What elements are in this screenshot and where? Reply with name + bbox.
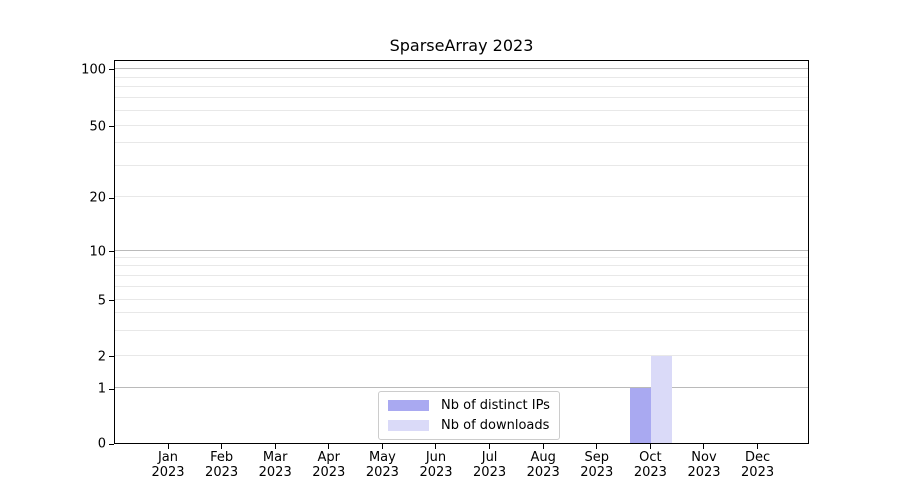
x-axis-tick-label: Jan 2023	[151, 450, 185, 480]
gridline-minor	[115, 257, 808, 259]
bar-distinct-ips	[630, 388, 652, 443]
x-axis-tick	[274, 444, 276, 449]
x-axis-tick	[167, 444, 169, 449]
x-axis-tick-label: Dec 2023	[741, 450, 775, 480]
gridline-minor	[115, 86, 808, 88]
y-axis-tick-label: 5	[97, 293, 106, 309]
x-axis-tick-label: Mar 2023	[258, 450, 292, 480]
gridline-minor	[115, 109, 808, 111]
x-axis-tick	[757, 444, 759, 449]
x-axis-tick	[489, 444, 491, 449]
x-axis-tick	[221, 444, 223, 449]
gridline-minor	[115, 285, 808, 287]
legend-item-distinct-ips: Nb of distinct IPs	[388, 398, 550, 413]
x-axis-tick	[381, 444, 383, 449]
y-axis-tick	[109, 197, 114, 199]
x-axis-tick-label: Feb 2023	[205, 450, 239, 480]
x-axis-tick	[542, 444, 544, 449]
gridline-minor	[115, 265, 808, 267]
legend: Nb of distinct IPs Nb of downloads	[378, 391, 560, 440]
y-axis-tick	[109, 126, 114, 128]
y-axis-tick-label: 10	[89, 244, 106, 260]
gridline-minor	[115, 142, 808, 144]
gridline-minor	[115, 354, 808, 356]
y-axis-tick	[109, 443, 114, 445]
plot-area	[114, 60, 809, 444]
gridline-minor	[115, 274, 808, 276]
y-axis-tick-label: 2	[97, 349, 106, 365]
x-axis-tick-label: Jun 2023	[419, 450, 453, 480]
legend-label-downloads: Nb of downloads	[441, 418, 550, 433]
y-axis-tick-label: 20	[89, 190, 106, 206]
gridline-minor	[115, 76, 808, 78]
chart-title: SparseArray 2023	[389, 36, 534, 55]
y-axis-tick-label: 1	[97, 381, 106, 397]
gridline-minor	[115, 196, 808, 198]
y-axis-tick	[109, 69, 114, 71]
gridline-minor	[115, 312, 808, 314]
x-axis-tick	[596, 444, 598, 449]
y-axis-tick-label: 50	[89, 119, 106, 135]
x-axis-tick-label: Apr 2023	[312, 450, 346, 480]
gridline-minor	[115, 329, 808, 331]
x-axis-tick	[649, 444, 651, 449]
y-axis-tick	[109, 300, 114, 302]
y-axis-tick-label: 100	[81, 62, 106, 78]
x-axis-tick-label: Jul 2023	[473, 450, 507, 480]
x-axis-tick	[435, 444, 437, 449]
gridline-minor	[115, 97, 808, 99]
gridline-major	[115, 387, 808, 389]
legend-label-distinct-ips: Nb of distinct IPs	[441, 398, 550, 413]
gridline-minor	[115, 298, 808, 300]
x-axis-tick-label: Sep 2023	[580, 450, 614, 480]
gridline-major	[115, 67, 808, 69]
y-axis-tick-label: 0	[97, 436, 106, 452]
x-axis-tick	[703, 444, 705, 449]
legend-swatch-distinct-ips	[388, 400, 429, 411]
gridline-minor	[115, 164, 808, 166]
legend-swatch-downloads	[388, 420, 429, 431]
gridline-minor	[115, 124, 808, 126]
x-axis-tick-label: Oct 2023	[633, 450, 667, 480]
bar-downloads	[651, 355, 673, 443]
legend-item-downloads: Nb of downloads	[388, 418, 550, 433]
x-axis-tick-label: Nov 2023	[687, 450, 721, 480]
x-axis-tick	[328, 444, 330, 449]
x-axis-tick-label: Aug 2023	[526, 450, 560, 480]
y-axis-tick	[109, 388, 114, 390]
y-axis-tick	[109, 356, 114, 358]
x-axis-tick-label: May 2023	[365, 450, 399, 480]
y-axis-tick	[109, 251, 114, 253]
gridline-major	[115, 249, 808, 251]
figure: SparseArray 2023 0 1 2 5 10 20 50 100 Jan 2023 Fe…	[0, 0, 900, 500]
